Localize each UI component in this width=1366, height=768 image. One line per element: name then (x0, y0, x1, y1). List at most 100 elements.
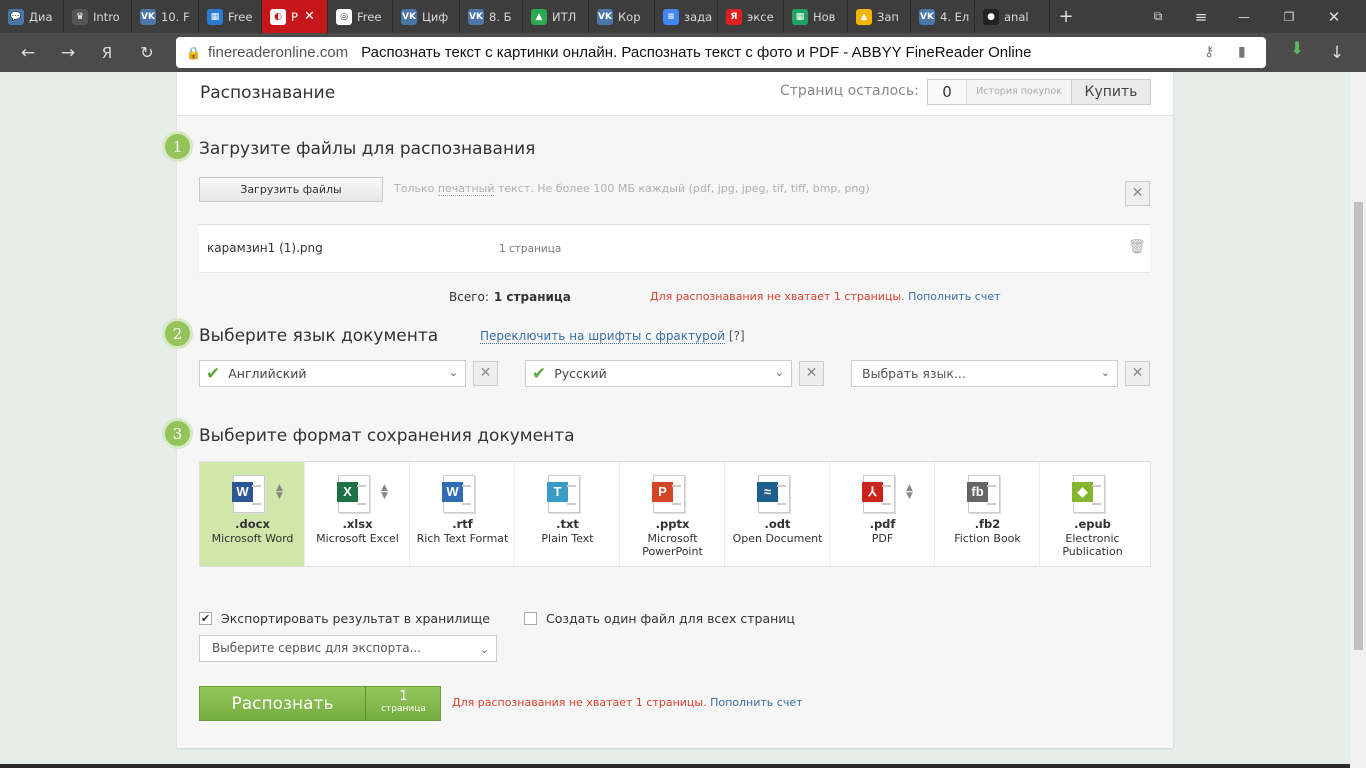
format-option[interactable]: P .pptx Microsoft PowerPoint (620, 462, 725, 566)
browser-tab[interactable]: ◎ Free (328, 0, 393, 33)
chevron-down-icon: ⌄ (1100, 366, 1110, 379)
tab-label: зада (684, 9, 713, 24)
tab-label: Зап (877, 9, 899, 24)
format-option[interactable]: fb .fb2 Fiction Book (935, 462, 1040, 566)
browser-tab[interactable]: ♛ Intro (64, 0, 132, 33)
format-description: Plain Text (541, 532, 594, 545)
doc-lines-icon (1092, 485, 1101, 505)
sort-arrows-icon[interactable]: ▲ ▼ (276, 484, 283, 501)
downloads-icon[interactable]: ↓ (1322, 33, 1352, 72)
browser-tab[interactable]: VK Кор (589, 0, 655, 33)
format-badge-icon: X (337, 482, 358, 502)
export-service-select[interactable]: Выберите сервис для экспорта... ⌄ (199, 635, 497, 662)
doc-lines-icon (777, 485, 786, 505)
docs-icon: ≡ (663, 8, 679, 25)
browser-tab[interactable]: ▦ Free (199, 0, 262, 33)
format-option[interactable]: ≈ .odt Open Document (725, 462, 830, 566)
tab-label: 4. Ел (940, 9, 970, 24)
chevron-down-icon: ⌄ (479, 643, 489, 656)
close-tab-icon[interactable]: ✕ (304, 9, 315, 24)
remove-language-3-button[interactable]: ✕ (1125, 361, 1150, 386)
format-option[interactable]: W ▲ ▼ .docx Microsoft Word (200, 462, 305, 566)
key-icon[interactable]: ⚷ (1204, 43, 1214, 60)
back-icon[interactable]: ← (13, 33, 43, 72)
yandex-icon[interactable]: Я (92, 33, 122, 72)
step-1-title: Загрузите файлы для распознавания (199, 139, 536, 159)
vk-icon: VK (401, 8, 417, 25)
topup-link[interactable]: Пополнить счет (908, 290, 1000, 303)
format-description: Microsoft Word (211, 532, 294, 545)
browser-tab[interactable]: Яэксе (718, 0, 784, 33)
browser-tab[interactable]: ▦ Нов (784, 0, 848, 33)
remove-language-1-button[interactable]: ✕ (473, 361, 498, 386)
tab-label: Free (228, 9, 253, 24)
fraktur-link[interactable]: Переключить на шрифты с фрактурой (480, 329, 725, 344)
browser-tab[interactable]: VK 10. F (132, 0, 199, 33)
format-document-icon: ◆ (1072, 475, 1105, 513)
printed-text-link[interactable]: печатный (437, 182, 495, 196)
language-select-1[interactable]: ✔ Английский ⌄ (199, 360, 466, 387)
menu-icon[interactable]: ≡ (1188, 8, 1214, 26)
page-scrollbar[interactable] (1351, 72, 1366, 768)
recognize-button[interactable]: Распознать 1 страница (199, 686, 441, 721)
purchase-history-link[interactable]: История покупок (967, 80, 1071, 104)
tab-label: Free (357, 9, 382, 24)
format-option[interactable]: X ▲ ▼ .xlsx Microsoft Excel (305, 462, 410, 566)
close-window-icon[interactable]: ✕ (1304, 8, 1364, 26)
format-document-icon: P (652, 475, 685, 513)
topup-link[interactable]: Пополнить счет (710, 696, 802, 709)
trash-icon[interactable]: 🗑 (1128, 239, 1146, 255)
new-tab-icon[interactable]: + (1056, 6, 1076, 27)
clear-files-button[interactable]: ✕ (1125, 181, 1150, 206)
remove-language-2-button[interactable]: ✕ (799, 361, 824, 386)
browser-tab[interactable]: VK Циф (393, 0, 460, 33)
file-pages: 1 страница (499, 243, 562, 255)
format-option[interactable]: ◆ .epub Electronic Publication (1040, 462, 1150, 566)
drive-icon: ▲ (531, 8, 547, 25)
sort-arrows-icon[interactable]: ▲ ▼ (906, 484, 913, 501)
url-page-title: Распознать текст с картинки онлайн. Расп… (361, 44, 1032, 61)
grid-icon: ▦ (207, 8, 223, 25)
single-file-checkbox[interactable] (524, 612, 537, 625)
extension-icon[interactable]: ⬇ (1290, 39, 1304, 59)
browser-tab[interactable]: ● anal (975, 0, 1050, 33)
language-select-3[interactable]: Выбрать язык... ⌄ (851, 360, 1118, 387)
format-option[interactable]: T .txt Plain Text (515, 462, 620, 566)
format-option[interactable]: W .rtf Rich Text Format (410, 462, 515, 566)
fraktur-help[interactable]: [?] (729, 329, 745, 343)
bookmark-icon[interactable]: ▮ (1238, 43, 1246, 60)
scrollbar-thumb[interactable] (1354, 202, 1363, 650)
vk-icon: VK (919, 8, 935, 25)
browser-tab[interactable]: ◐ Р ✕ (262, 0, 328, 33)
reload-icon[interactable]: ↻ (132, 33, 162, 72)
sort-arrows-icon[interactable]: ▲ ▼ (381, 484, 388, 501)
forward-icon[interactable]: → (53, 33, 83, 72)
sheets-icon: ▦ (792, 8, 808, 25)
export-service-placeholder: Выберите сервис для экспорта... (212, 641, 421, 655)
format-description: Fiction Book (954, 532, 1021, 545)
browser-tab[interactable]: ≡ зада (655, 0, 718, 33)
export-storage-checkbox[interactable]: ✔ (199, 612, 212, 625)
browser-tab[interactable]: VK 4. Ел (911, 0, 975, 33)
browser-tab[interactable]: ▲ Зап (848, 0, 911, 33)
chevron-down-icon: ⌄ (774, 366, 784, 379)
doc-lines-icon (882, 485, 891, 505)
upload-files-button[interactable]: Загрузить файлы (199, 177, 383, 202)
restore-icon[interactable]: ❐ (1274, 10, 1304, 24)
check-icon: ✔ (206, 363, 221, 384)
address-bar[interactable]: 🔒 finereaderonline.com Распознать текст … (176, 37, 1266, 68)
format-badge-icon: W (442, 482, 463, 502)
minimize-icon[interactable]: — (1214, 10, 1274, 24)
buy-button[interactable]: Купить (1071, 80, 1150, 104)
browser-tab[interactable]: VK 8. Б (460, 0, 523, 33)
format-badge-icon: ◆ (1072, 482, 1093, 502)
browser-tab[interactable]: ▲ ИТЛ (523, 0, 589, 33)
language-select-2[interactable]: ✔ Русский ⌄ (525, 360, 792, 387)
format-extension: .odt (764, 517, 791, 531)
format-description: Rich Text Format (416, 532, 509, 545)
format-description: Microsoft Excel (316, 532, 399, 545)
browser-tab[interactable]: 💬 Диа (0, 0, 64, 33)
bookmarks-icon[interactable]: ⧉ (1128, 9, 1188, 24)
doc-lines-icon (462, 485, 471, 505)
format-option[interactable]: ⅄ ▲ ▼ .pdf PDF (830, 462, 935, 566)
